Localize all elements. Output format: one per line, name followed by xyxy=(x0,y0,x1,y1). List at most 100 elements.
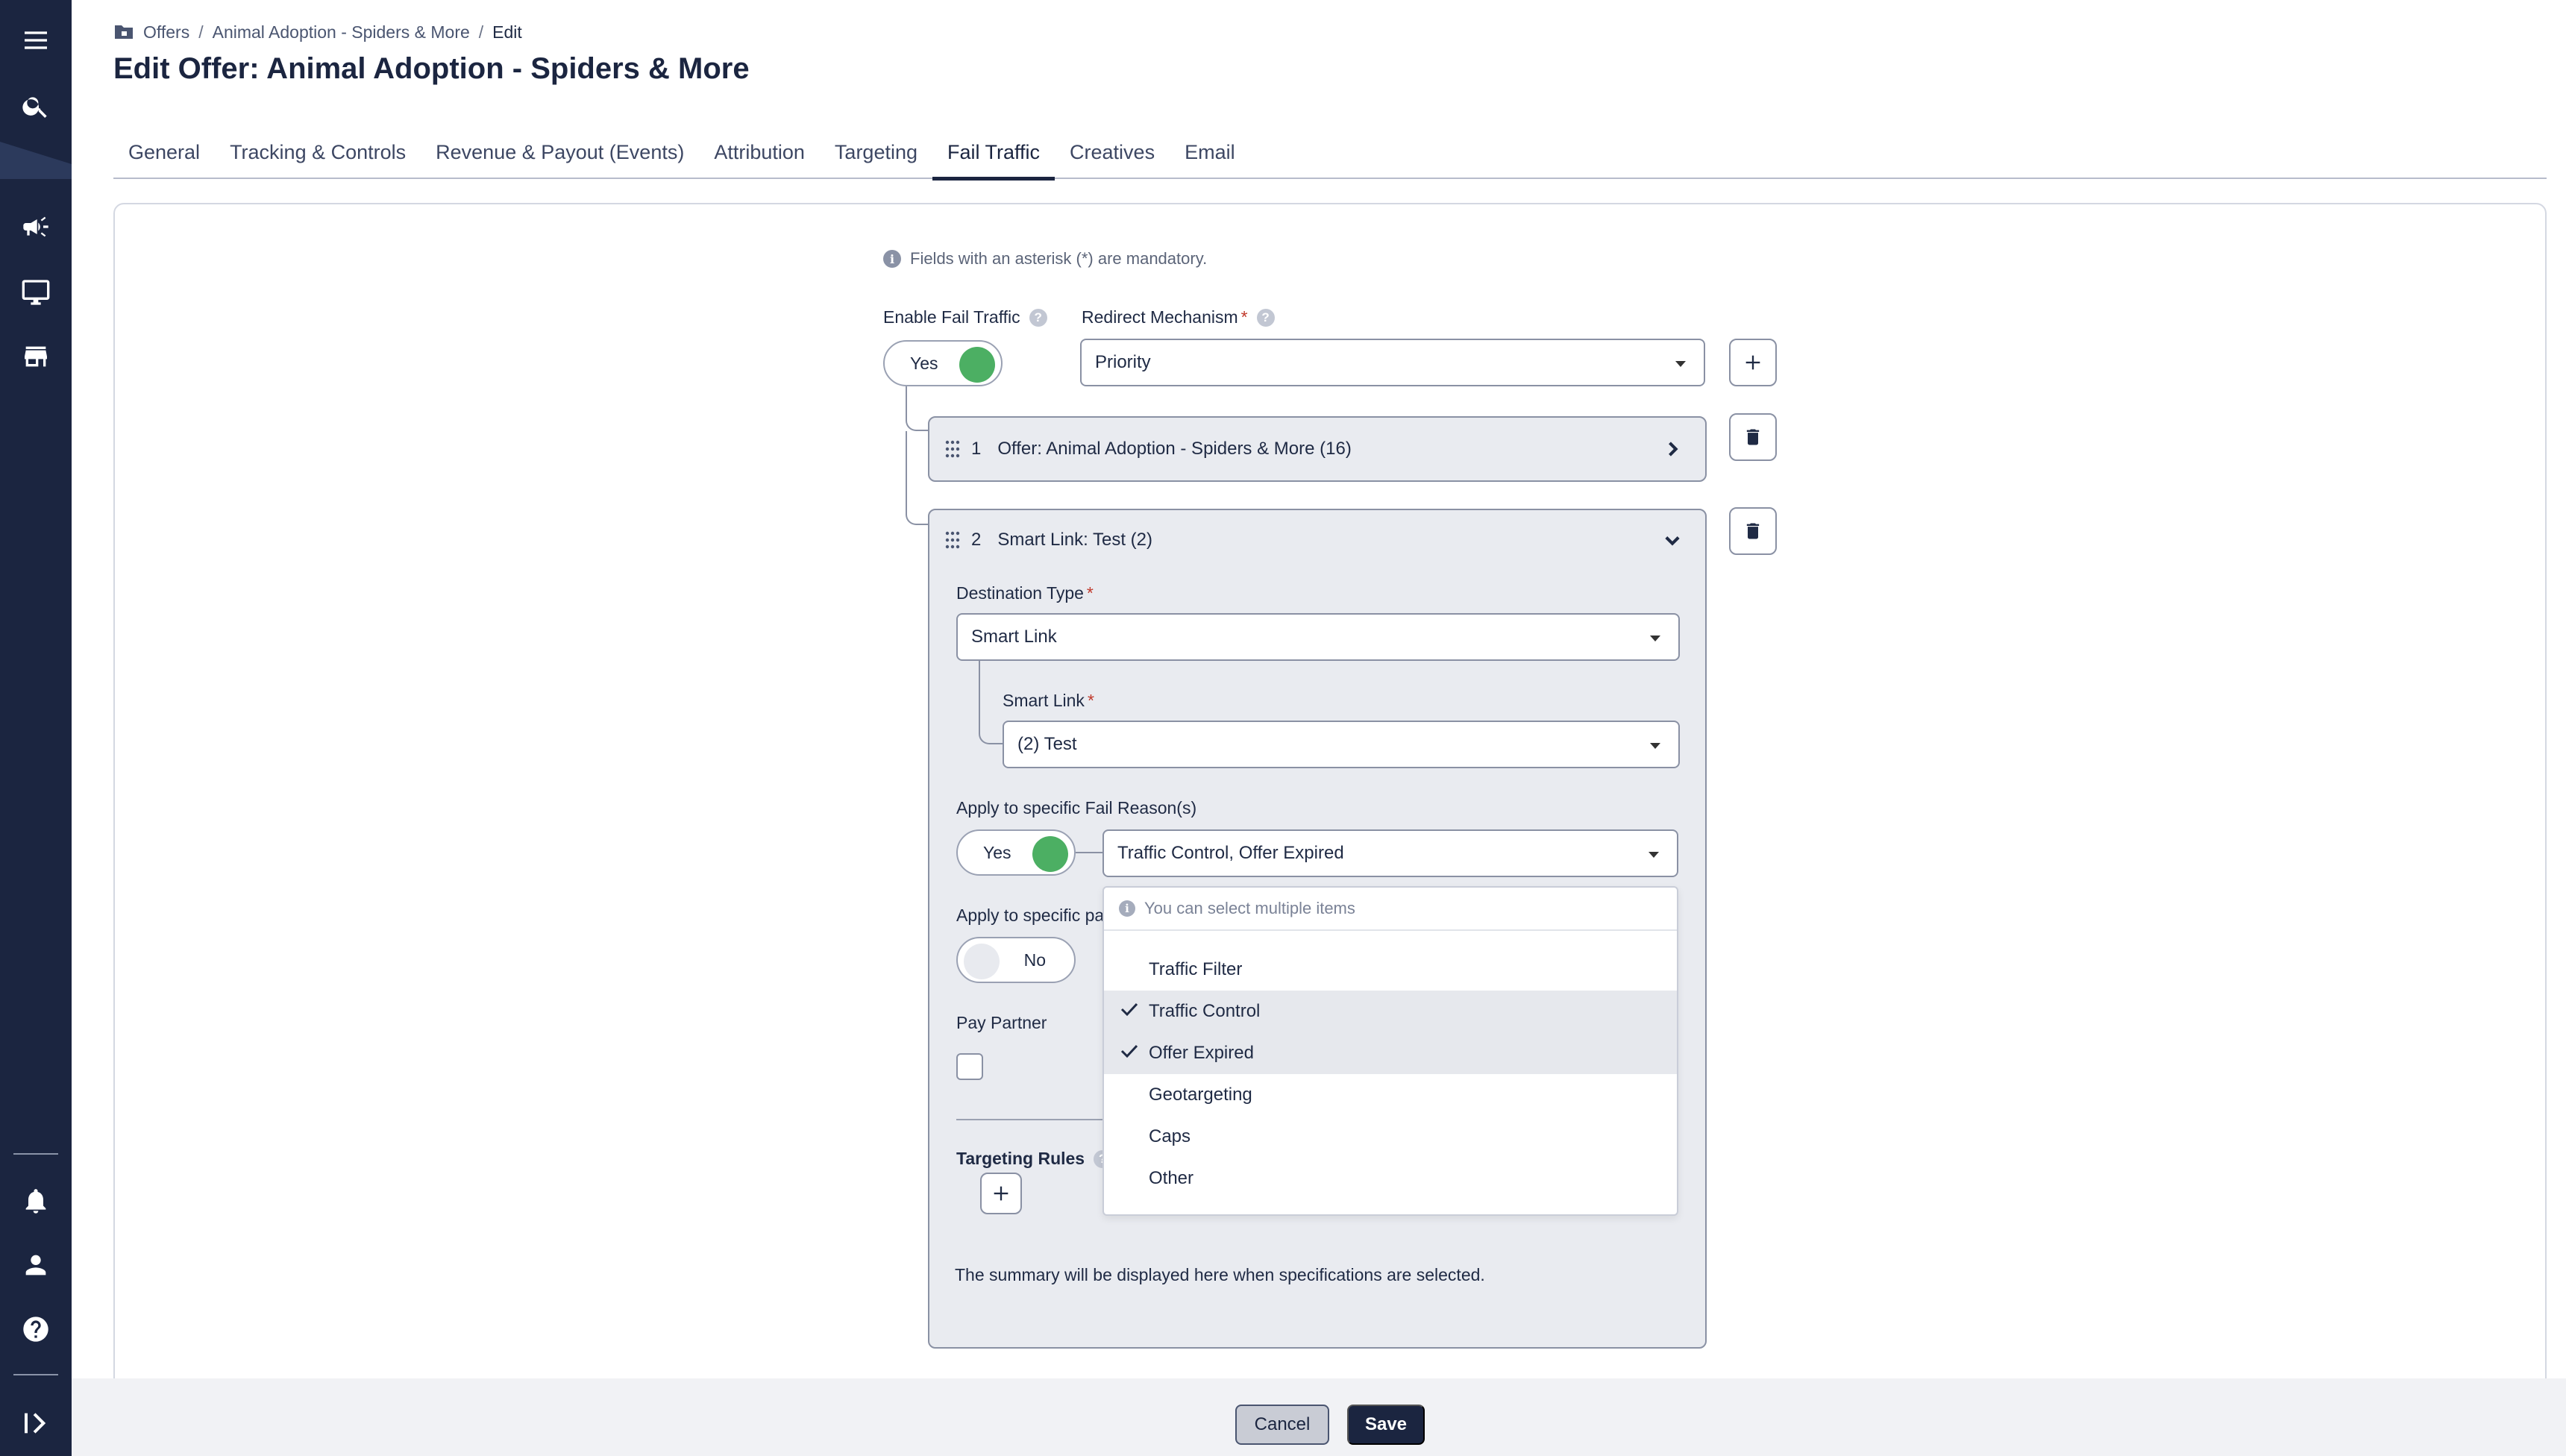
item-title: Offer: Animal Adoption - Spiders & More … xyxy=(997,439,1352,459)
redirect-mechanism-label: Redirect Mechanism * ? xyxy=(1082,307,1275,327)
required-mark: * xyxy=(1086,583,1094,603)
breadcrumb-current: Edit xyxy=(492,22,522,42)
trash-icon xyxy=(1746,523,1760,539)
fail-reasons-value: Traffic Control, Offer Expired xyxy=(1117,843,1344,863)
fail-reasons-toggle[interactable]: Yes xyxy=(956,829,1076,876)
check-icon xyxy=(1104,1043,1138,1064)
drag-handle-icon[interactable] xyxy=(944,439,961,459)
item-index: 1 xyxy=(971,439,982,459)
breadcrumb: Offers / Animal Adoption - Spiders & Mor… xyxy=(113,21,522,43)
fail-reasons-label: Apply to specific Fail Reason(s) xyxy=(956,798,1197,818)
option-label: Caps xyxy=(1149,1126,1191,1146)
page-title: Edit Offer: Animal Adoption - Spiders & … xyxy=(113,52,750,85)
item-title: Smart Link: Test (2) xyxy=(997,530,1152,550)
monitor-icon[interactable] xyxy=(15,272,57,313)
expand-sidebar-icon[interactable] xyxy=(15,1402,57,1444)
option-label: Traffic Filter xyxy=(1149,959,1243,979)
help-icon[interactable] xyxy=(15,1308,57,1350)
option-geotargeting[interactable]: Geotargeting xyxy=(1104,1074,1677,1116)
save-button[interactable]: Save xyxy=(1347,1405,1425,1445)
specific-partners-label: Apply to specific pa xyxy=(956,906,1105,925)
help-icon[interactable]: ? xyxy=(1029,308,1047,327)
item-index: 2 xyxy=(971,530,982,550)
tab-revenue-payout[interactable]: Revenue & Payout (Events) xyxy=(421,125,699,179)
bell-icon[interactable] xyxy=(15,1180,57,1222)
plus-icon xyxy=(1745,355,1760,370)
sidebar-divider xyxy=(13,1374,58,1375)
redirect-mechanism-select[interactable]: Priority xyxy=(1080,339,1705,386)
toggle-connector xyxy=(1076,852,1102,853)
destination-item-1[interactable]: 1 Offer: Animal Adoption - Spiders & Mor… xyxy=(928,416,1707,482)
help-icon[interactable]: ? xyxy=(1256,308,1275,327)
tab-email[interactable]: Email xyxy=(1170,125,1250,179)
toggle-label: Yes xyxy=(910,353,938,373)
tab-attribution[interactable]: Attribution xyxy=(699,125,820,179)
tab-creatives[interactable]: Creatives xyxy=(1055,125,1170,179)
sidebar-accent xyxy=(0,142,72,179)
chevron-right-icon[interactable] xyxy=(1662,439,1683,459)
option-other[interactable]: Other xyxy=(1104,1158,1677,1199)
dropdown-note: i You can select multiple items xyxy=(1104,888,1677,931)
enable-fail-traffic-label-text: Enable Fail Traffic xyxy=(883,307,1020,327)
tree-connector xyxy=(906,386,929,431)
sidebar xyxy=(0,0,72,1456)
menu-icon[interactable] xyxy=(15,19,57,61)
tab-targeting[interactable]: Targeting xyxy=(820,125,932,179)
cancel-button[interactable]: Cancel xyxy=(1235,1405,1329,1445)
targeting-rules-label: Targeting Rules ? xyxy=(956,1149,1112,1169)
targeting-rules-label-text: Targeting Rules xyxy=(956,1149,1085,1168)
redirect-mechanism-value: Priority xyxy=(1095,352,1151,372)
delete-item-2-button[interactable] xyxy=(1729,507,1777,555)
drag-handle-icon[interactable] xyxy=(944,530,961,550)
delete-item-1-button[interactable] xyxy=(1729,413,1777,461)
info-icon: i xyxy=(1119,900,1135,917)
dropdown-note-text: You can select multiple items xyxy=(1144,899,1355,917)
fail-reasons-select[interactable]: Traffic Control, Offer Expired xyxy=(1102,829,1678,877)
destination-item-header[interactable]: 2 Smart Link: Test (2) xyxy=(929,510,1152,570)
chevron-down-icon[interactable] xyxy=(1662,530,1683,550)
fail-reasons-dropdown-menu: i You can select multiple items Traffic … xyxy=(1102,886,1678,1216)
option-label: Traffic Control xyxy=(1149,1001,1261,1021)
destination-type-select[interactable]: Smart Link xyxy=(956,613,1680,661)
tab-fail-traffic[interactable]: Fail Traffic xyxy=(932,125,1055,181)
tab-general[interactable]: General xyxy=(113,125,215,179)
toggle-knob xyxy=(964,944,1000,979)
toggle-knob xyxy=(959,347,995,383)
option-caps[interactable]: Caps xyxy=(1104,1116,1677,1158)
plus-icon xyxy=(994,1186,1008,1201)
search-icon[interactable] xyxy=(15,85,57,127)
required-mark: * xyxy=(1240,307,1248,327)
option-offer-expired[interactable]: Offer Expired xyxy=(1104,1032,1677,1074)
pay-partner-checkbox[interactable] xyxy=(956,1053,983,1080)
caret-down-icon xyxy=(1675,361,1686,367)
caret-down-icon xyxy=(1650,636,1660,641)
folder-icon xyxy=(113,23,136,41)
trash-icon xyxy=(1746,429,1760,445)
option-traffic-filter[interactable]: Traffic Filter xyxy=(1104,949,1677,991)
option-traffic-control[interactable]: Traffic Control xyxy=(1104,991,1677,1032)
toggle-knob xyxy=(1032,836,1068,872)
smart-link-label: Smart Link * xyxy=(1003,691,1094,711)
caret-down-icon xyxy=(1649,852,1659,858)
check-icon xyxy=(1104,1001,1138,1022)
tab-bar: General Tracking & Controls Revenue & Pa… xyxy=(113,125,2547,181)
tab-tracking-controls[interactable]: Tracking & Controls xyxy=(215,125,421,179)
breadcrumb-offers[interactable]: Offers xyxy=(143,22,189,43)
mandatory-note-text: Fields with an asterisk (*) are mandator… xyxy=(910,249,1208,268)
destination-type-label-text: Destination Type xyxy=(956,583,1084,603)
smart-link-label-text: Smart Link xyxy=(1003,691,1085,710)
smart-link-select[interactable]: (2) Test xyxy=(1003,721,1680,768)
specific-partners-toggle[interactable]: No xyxy=(956,937,1076,983)
add-destination-button[interactable] xyxy=(1729,339,1777,386)
destination-type-value: Smart Link xyxy=(971,627,1057,647)
destination-item-header: 1 Offer: Animal Adoption - Spiders & Mor… xyxy=(929,418,1352,480)
megaphone-icon[interactable] xyxy=(15,206,57,248)
breadcrumb-offer-name[interactable]: Animal Adoption - Spiders & More xyxy=(213,22,470,43)
store-icon[interactable] xyxy=(15,336,57,377)
info-icon: i xyxy=(883,250,901,268)
enable-fail-traffic-toggle[interactable]: Yes xyxy=(883,340,1003,386)
user-icon[interactable] xyxy=(15,1244,57,1286)
add-targeting-rule-button[interactable] xyxy=(980,1173,1022,1214)
breadcrumb-separator: / xyxy=(478,22,484,42)
breadcrumb-separator: / xyxy=(198,22,204,42)
